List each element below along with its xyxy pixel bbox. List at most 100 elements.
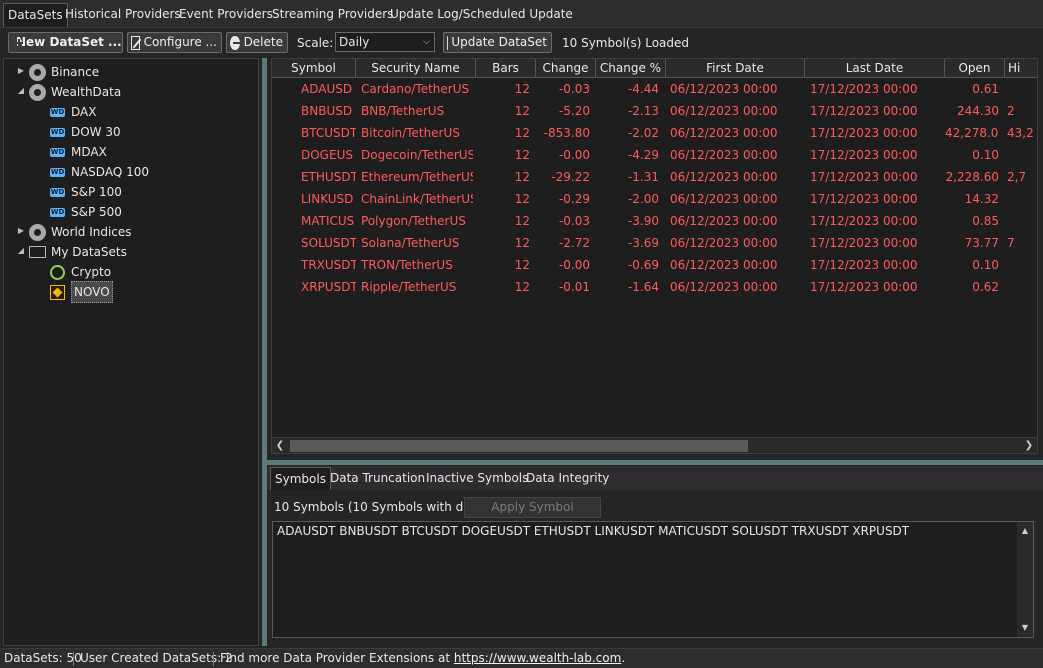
tab-symbols[interactable]: Symbols [270,467,331,490]
wd-icon: WD [50,207,65,217]
table-row[interactable]: SOLUSDT Solana/TetherUS 12 -2.72 -3.69 06/12/… [272,232,1037,254]
tree-node-novo[interactable]: NOVO [50,281,113,303]
vertical-scrollbar[interactable]: ▲ ▼ [1017,522,1033,637]
new-dataset-label: New DataSet ... [16,35,122,49]
tree-node-crypto[interactable]: Crypto [50,262,111,282]
tab-datasets[interactable]: DataSets [3,3,68,27]
cell-open: 0.10 [972,258,999,272]
table-row[interactable]: XRPUSDT Ripple/TetherUS 12 -0.01 -1.64 06/12/… [272,276,1037,298]
cell-change-pct: -0.69 [627,258,659,272]
binance-logo-icon [50,284,65,300]
scroll-down-icon[interactable]: ▼ [1017,621,1033,635]
configure-button[interactable]: Configure ... [127,32,222,53]
cell-last: 17/12/2023 00:00 [810,192,918,206]
col-security-name[interactable]: Security Name [356,59,476,78]
collapse-arrow-icon[interactable]: ◢ [16,86,26,95]
tab-historical-providers[interactable]: Historical Providers [61,3,185,27]
cell-last: 17/12/2023 00:00 [810,82,918,96]
toolbar: New DataSet ... Configure ... Delete Sca… [0,29,1043,56]
cell-name: TRON/TetherUS [361,258,453,272]
tab-data-integrity[interactable]: Data Integrity [522,467,613,490]
col-change-pct[interactable]: Change % [596,59,666,78]
table-row[interactable]: ETHUSDT Ethereum/TetherUS 12 -29.22 -1.31 06/… [272,166,1037,188]
tab-inactive-symbols[interactable]: Inactive Symbols [422,467,532,490]
tree-node-wealthdata[interactable]: WealthData [29,82,121,102]
tree-node-label: My DataSets [51,245,127,259]
cell-name: Bitcoin/TetherUS [361,126,460,140]
update-dataset-button[interactable]: Update DataSet [443,32,552,53]
table-row[interactable]: BTCUSDT Bitcoin/TetherUS 12 -853.80 -2.02 06/… [272,122,1037,144]
tree-node-sp100[interactable]: WD S&P 100 [50,182,122,202]
status-bar: DataSets: 50 User Created DataSets: 2 Fi… [0,648,1043,668]
col-bars[interactable]: Bars [476,59,536,78]
table-row[interactable]: DOGEUS Dogecoin/TetherUS 12 -0.00 -4.29 06/12… [272,144,1037,166]
tree-node-dax[interactable]: WD DAX [50,102,96,122]
tree-node-my-datasets[interactable]: My DataSets [29,242,127,262]
tab-event-providers[interactable]: Event Providers [175,3,277,27]
cell-change: -853.80 [543,126,590,140]
tree-node-sp500[interactable]: WD S&P 500 [50,202,122,222]
collapse-arrow-icon[interactable]: ◢ [16,246,26,255]
symbols-textarea[interactable]: ADAUSDT BNBUSDT BTCUSDT DOGEUSDT ETHUSDT… [272,521,1034,638]
scroll-right-icon[interactable]: ❯ [1021,438,1037,453]
delete-button[interactable]: Delete [226,32,288,53]
cell-last: 17/12/2023 00:00 [810,104,918,118]
cell-high [1007,276,1037,298]
cell-change-pct: -3.69 [627,236,659,250]
tab-data-truncation[interactable]: Data Truncation [326,467,429,490]
col-open[interactable]: Open [945,59,1005,78]
tree-node-label: NASDAQ 100 [71,165,149,179]
col-last-date[interactable]: Last Date [805,59,945,78]
col-high[interactable]: Hi [1005,59,1037,78]
tree-node-dow30[interactable]: WD DOW 30 [50,122,121,142]
table-row[interactable]: BNBUSD BNB/TetherUS 12 -5.20 -2.13 06/12/2023… [272,100,1037,122]
cell-change-pct: -2.02 [627,126,659,140]
tree-node-world-indices[interactable]: World Indices [29,222,132,242]
scroll-left-icon[interactable]: ❮ [272,438,288,453]
cell-bars: 12 [514,104,530,118]
table-row[interactable]: MATICUS Polygon/TetherUS 12 -0.03 -3.90 06/12… [272,210,1037,232]
table-row[interactable]: LINKUSD ChainLink/TetherUS 12 -0.29 -2.00 06/… [272,188,1037,210]
gear-icon [29,223,46,241]
cell-last: 17/12/2023 00:00 [810,126,918,140]
tree-node-label: Crypto [71,265,112,279]
cell-high [1007,78,1037,100]
main-tab-bar: DataSets Historical Providers Event Prov… [0,0,1043,28]
table-row[interactable]: TRXUSDT TRON/TetherUS 12 -0.00 -0.69 06/12/20… [272,254,1037,276]
wealth-lab-link[interactable]: https://www.wealth-lab.com [454,651,621,665]
tab-update-log[interactable]: Update Log/Scheduled Update [386,3,577,27]
tree-node-nasdaq100[interactable]: WD NASDAQ 100 [50,162,149,182]
expand-arrow-icon[interactable]: ▶ [16,66,26,75]
cell-change-pct: -4.29 [627,148,659,162]
expand-arrow-icon[interactable]: ▶ [16,226,26,235]
horizontal-splitter[interactable] [267,460,1043,465]
cell-name: BNB/TetherUS [361,104,445,118]
cell-symbol: TRXUSDT [301,258,356,272]
scroll-thumb[interactable] [290,440,748,452]
tree-node-label: S&P 500 [71,205,122,219]
cell-open: 14.32 [964,192,999,206]
cell-change: -0.03 [558,82,590,96]
scale-select[interactable]: Daily ⌵ [335,32,435,52]
vertical-splitter[interactable] [262,58,267,646]
col-change[interactable]: Change [536,59,596,78]
status-divider [73,652,74,666]
col-first-date[interactable]: First Date [666,59,805,78]
gear-icon [29,83,46,101]
tree-node-label: S&P 100 [71,185,122,199]
tab-streaming-providers[interactable]: Streaming Providers [268,3,397,27]
new-dataset-button[interactable]: New DataSet ... [8,32,123,53]
tree-node-binance[interactable]: Binance [29,62,99,82]
cell-name: Cardano/TetherUS [361,82,470,96]
apply-symbol-changes-button[interactable]: Apply Symbol Changes [464,497,601,533]
horizontal-scrollbar[interactable]: ❮ ❯ [272,437,1037,453]
cell-change: -29.22 [551,170,590,184]
table-row[interactable]: ADAUSD Cardano/TetherUS 12 -0.03 -4.44 06/12/… [272,78,1037,100]
cell-bars: 12 [514,280,530,294]
cell-first: 06/12/2023 00:00 [670,148,778,162]
col-symbol[interactable]: Symbol [272,59,356,78]
wd-icon: WD [50,167,65,177]
tree-node-mdax[interactable]: WD MDAX [50,142,107,162]
cell-change-pct: -2.00 [627,192,659,206]
scroll-up-icon[interactable]: ▲ [1017,524,1033,538]
